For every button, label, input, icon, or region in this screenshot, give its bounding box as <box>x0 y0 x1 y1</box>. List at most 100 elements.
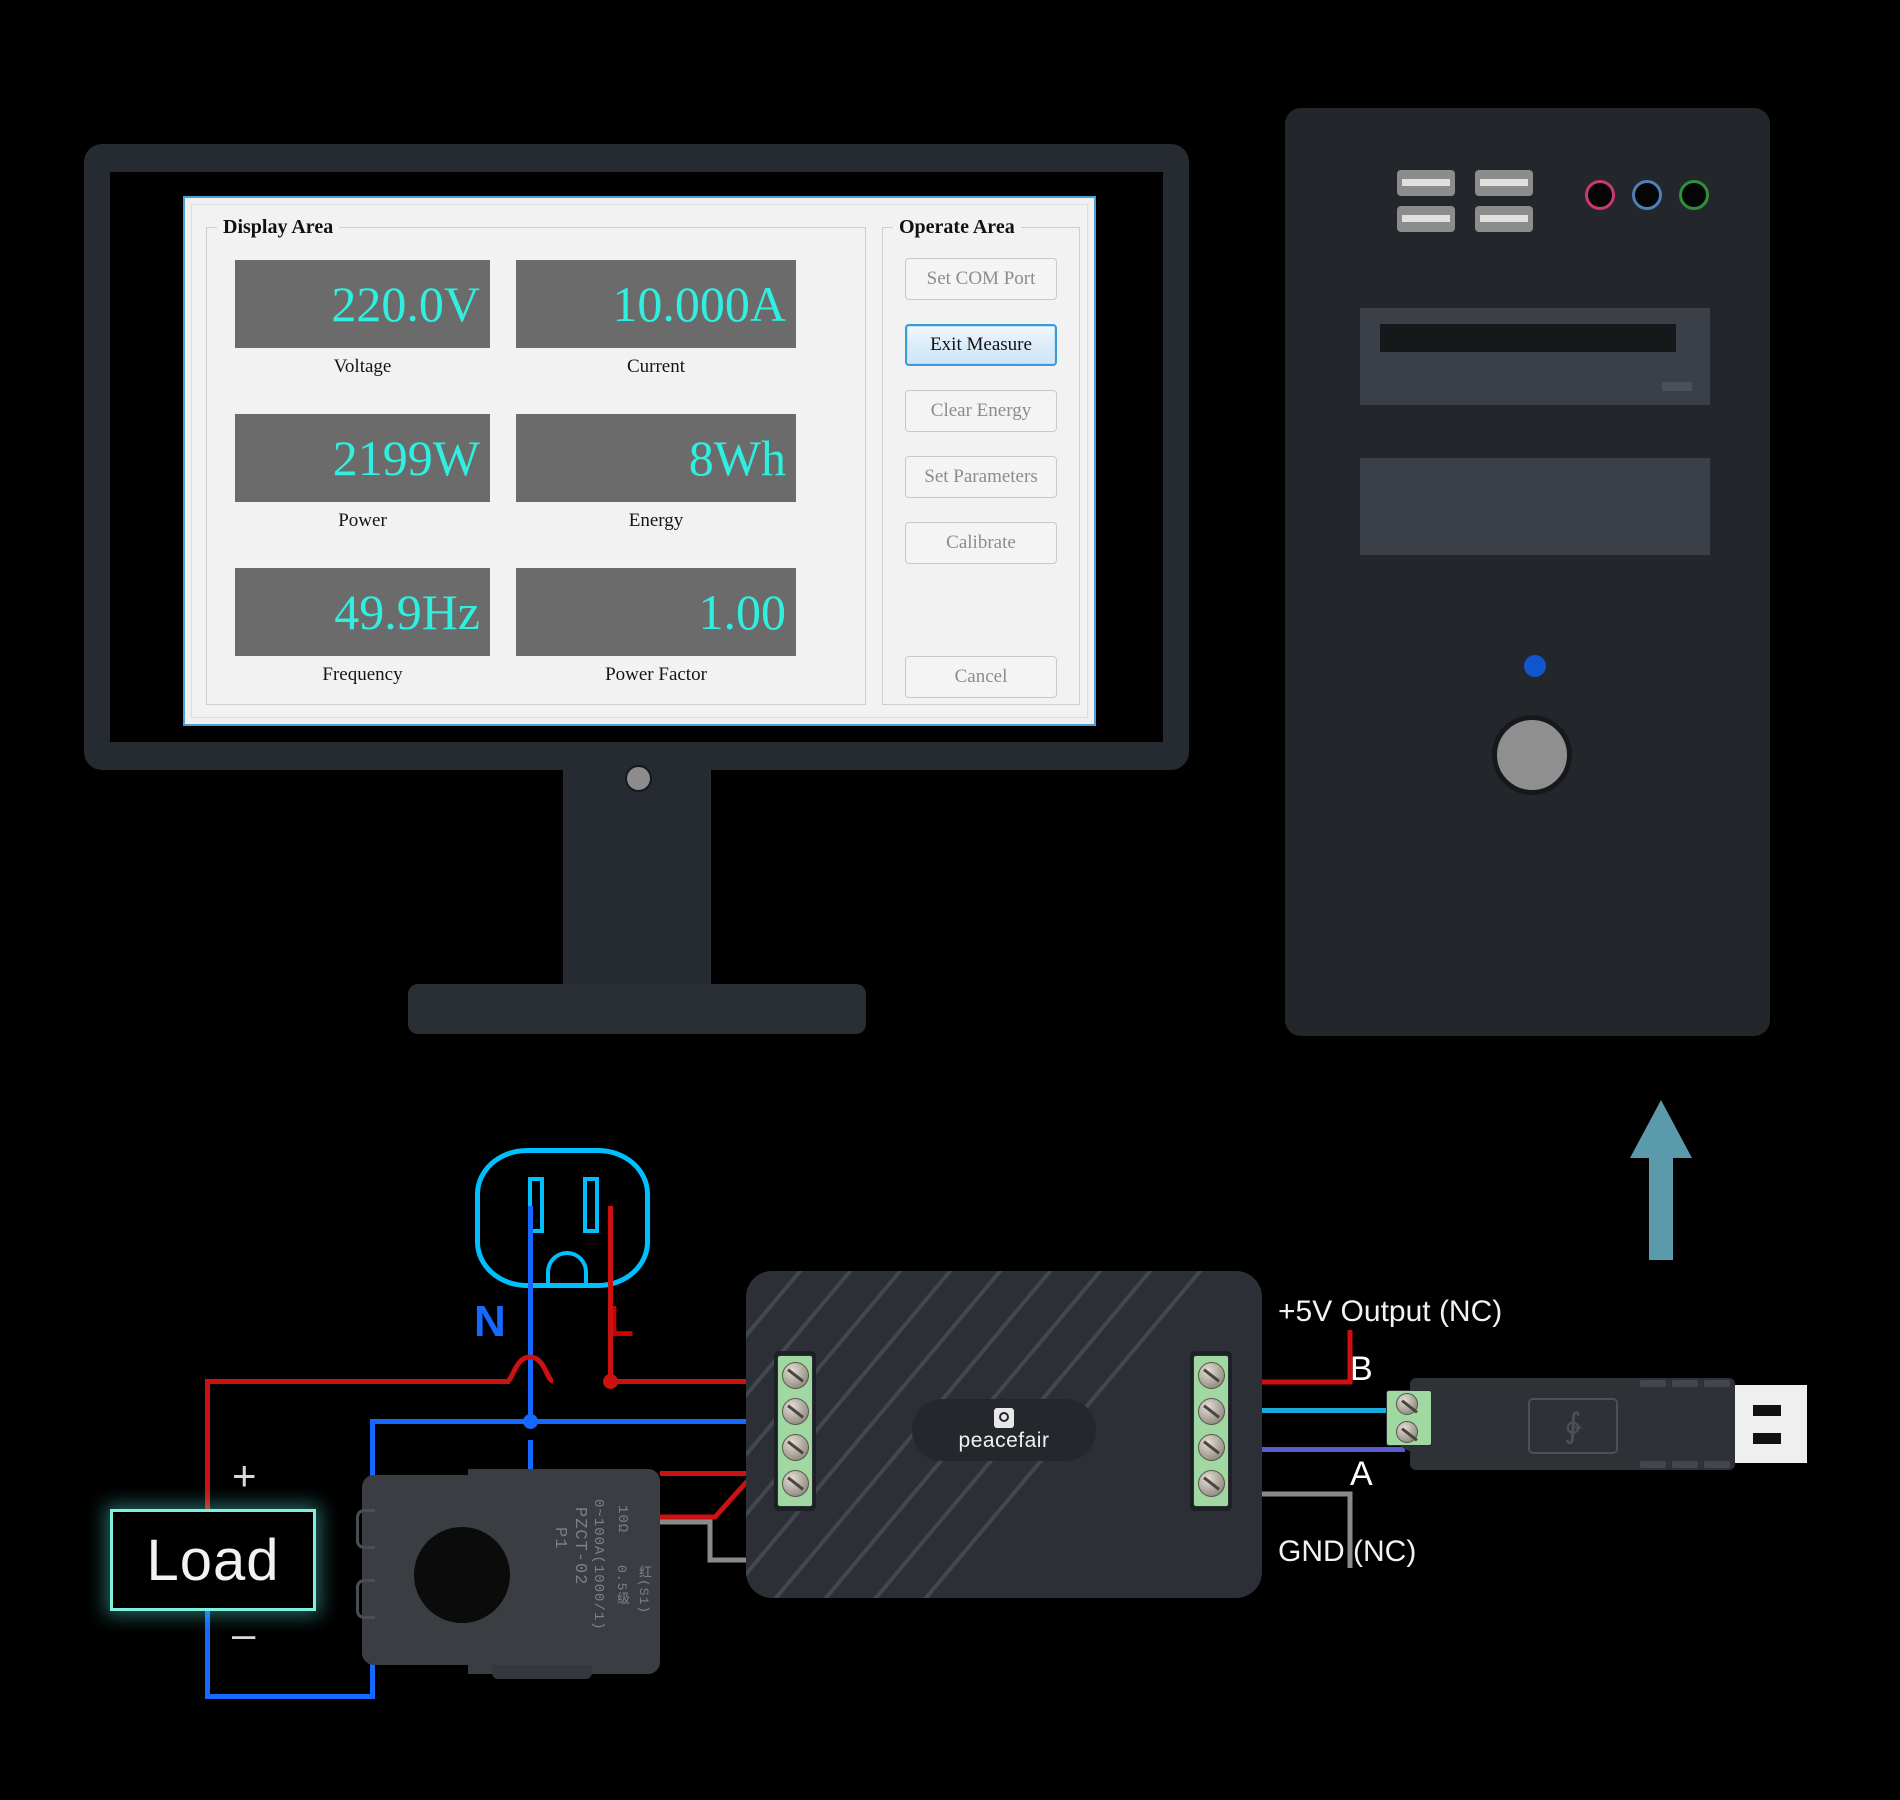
wire-live-to-load-plus <box>205 1379 210 1511</box>
clear-energy-label: Clear Energy <box>930 400 1032 421</box>
pc-power-led-icon <box>1524 655 1546 677</box>
readout-voltage-label: Voltage <box>333 356 392 377</box>
left-terminal-3-screw[interactable] <box>782 1434 809 1461</box>
monitor-stand-base <box>408 984 866 1034</box>
annotation-gnd: GND (NC) <box>1278 1535 1417 1568</box>
right-terminal-5v-screw[interactable] <box>1198 1362 1225 1389</box>
ct-label-range: 0~100A(1000/1) <box>590 1499 606 1631</box>
usb-port-4-icon[interactable] <box>1475 206 1533 232</box>
operate-area-title: Operate Area <box>893 216 1021 239</box>
readout-power-factor-value: 1.00 <box>698 584 787 640</box>
display-area-group: Display Area 220.0V Voltage 10.000A Curr… <box>206 216 866 705</box>
set-parameters-label: Set Parameters <box>924 466 1038 487</box>
set-parameters-button[interactable]: Set Parameters <box>905 456 1057 498</box>
readout-power-value: 2199W <box>332 430 480 486</box>
operate-area-group: Operate Area Set COM Port Exit Measure C… <box>882 216 1080 705</box>
microphone-jack-icon[interactable] <box>1585 180 1615 210</box>
readout-voltage-value: 220.0V <box>331 276 480 332</box>
load-box: Load <box>110 1509 316 1611</box>
load-plus-label: + <box>232 1452 257 1499</box>
annotation-5v-output: +5V Output (NC) <box>1278 1295 1503 1328</box>
readout-frequency-label: Frequency <box>322 664 403 685</box>
readout-current-value: 10.000A <box>612 276 786 332</box>
wire-rs485-b <box>1255 1408 1405 1413</box>
adapter-terminal-a-screw[interactable] <box>1396 1421 1418 1443</box>
line-in-jack-icon[interactable] <box>1632 180 1662 210</box>
clear-energy-button[interactable]: Clear Energy <box>905 390 1057 432</box>
wire-live-outlet-drop <box>608 1206 613 1381</box>
peacefair-mark-icon <box>994 1407 1014 1428</box>
wire-load-minus <box>205 1604 210 1699</box>
ct-clamp-hinge-top-icon <box>356 1509 375 1549</box>
pc-power-button[interactable] <box>1492 715 1572 795</box>
usb-port-3-icon[interactable] <box>1475 170 1533 196</box>
peacefair-logo: peacefair <box>912 1399 1096 1461</box>
wire-rs485-a <box>1255 1447 1405 1452</box>
usb-rs485-adapter: ∲ <box>1392 1378 1735 1470</box>
usb-type-a-plug <box>1735 1385 1807 1463</box>
monitor-power-indicator-icon <box>625 765 652 792</box>
ct-label-s1: 红(S1) <box>636 1565 651 1615</box>
wire-live-left-run <box>205 1379 510 1384</box>
right-terminal-a-screw[interactable] <box>1198 1434 1225 1461</box>
load-minus-label: – <box>232 1610 256 1657</box>
optical-drive-bay[interactable] <box>1360 308 1710 405</box>
readout-energy-box: 8Wh <box>516 414 796 502</box>
cancel-label: Cancel <box>954 666 1008 687</box>
usb-symbol-icon: ∲ <box>1528 1398 1618 1454</box>
readout-power-box: 2199W <box>235 414 490 502</box>
display-area-title: Display Area <box>217 216 340 239</box>
readout-voltage-box: 220.0V <box>235 260 490 348</box>
wire-crossover-hop-icon <box>505 1354 555 1384</box>
readout-current-label: Current <box>626 356 686 377</box>
readout-frequency-box: 49.9Hz <box>235 568 490 656</box>
left-terminal-4-screw[interactable] <box>782 1470 809 1497</box>
set-com-port-label: Set COM Port <box>926 268 1036 289</box>
readout-power-factor-box: 1.00 <box>516 568 796 656</box>
left-terminal-block[interactable] <box>777 1355 813 1507</box>
pin-label-b: B <box>1350 1350 1373 1388</box>
readout-power: 2199W Power <box>235 414 490 532</box>
app-window-inner: Display Area 220.0V Voltage 10.000A Curr… <box>191 204 1088 718</box>
wire-5v-nc <box>1255 1330 1353 1385</box>
blank-drive-bay <box>1360 458 1710 555</box>
exit-measure-label: Exit Measure <box>930 334 1032 355</box>
peacefair-brand-text: peacefair <box>958 1428 1050 1452</box>
calibrate-button[interactable]: Calibrate <box>905 522 1057 564</box>
exit-measure-button[interactable]: Exit Measure <box>905 324 1057 366</box>
left-terminal-1-screw[interactable] <box>782 1362 809 1389</box>
cancel-button[interactable]: Cancel <box>905 656 1057 698</box>
right-terminal-block[interactable] <box>1193 1355 1229 1507</box>
adapter-terminal-b-screw[interactable] <box>1396 1393 1418 1415</box>
readout-energy: 8Wh Energy <box>516 414 796 532</box>
ct-clamp-aperture <box>414 1527 510 1623</box>
pin-label-a: A <box>1350 1455 1373 1493</box>
readout-energy-label: Energy <box>628 510 684 531</box>
adapter-terminal-block[interactable] <box>1386 1390 1432 1446</box>
wire-neutral-left-branch <box>370 1419 530 1424</box>
line-out-jack-icon[interactable] <box>1679 180 1709 210</box>
ct-label-model: PZCT-02 <box>570 1507 589 1586</box>
peacefair-power-meter: peacefair <box>746 1271 1262 1598</box>
load-label: Load <box>146 1527 280 1593</box>
left-terminal-2-screw[interactable] <box>782 1398 809 1425</box>
pc-tower <box>1285 108 1770 1036</box>
ct-clamp-sensor: P1 PZCT-02 0~100A(1000/1) 0.5级 10Ω 红(S1) <box>356 1469 660 1679</box>
set-com-port-button[interactable]: Set COM Port <box>905 258 1057 300</box>
readout-current-box: 10.000A <box>516 260 796 348</box>
right-terminal-b-screw[interactable] <box>1198 1398 1225 1425</box>
usb-pin-1-icon <box>1753 1405 1781 1416</box>
usb-port-2-icon[interactable] <box>1397 206 1455 232</box>
ct-clamp-latch <box>492 1665 592 1679</box>
readout-power-label: Power <box>338 510 387 531</box>
outlet-live-slot-icon <box>583 1177 599 1233</box>
optical-drive-eject-button[interactable] <box>1662 382 1692 391</box>
ct-label-impedance: 10Ω <box>614 1505 630 1534</box>
right-terminal-gnd-screw[interactable] <box>1198 1470 1225 1497</box>
readout-current: 10.000A Current <box>516 260 796 378</box>
monitor-stand-neck <box>563 770 711 996</box>
wire-neutral-outlet-drop <box>528 1206 533 1421</box>
outlet-ground-slot-icon <box>546 1251 588 1283</box>
usb-port-1-icon[interactable] <box>1397 170 1455 196</box>
wall-outlet-icon <box>475 1148 650 1288</box>
